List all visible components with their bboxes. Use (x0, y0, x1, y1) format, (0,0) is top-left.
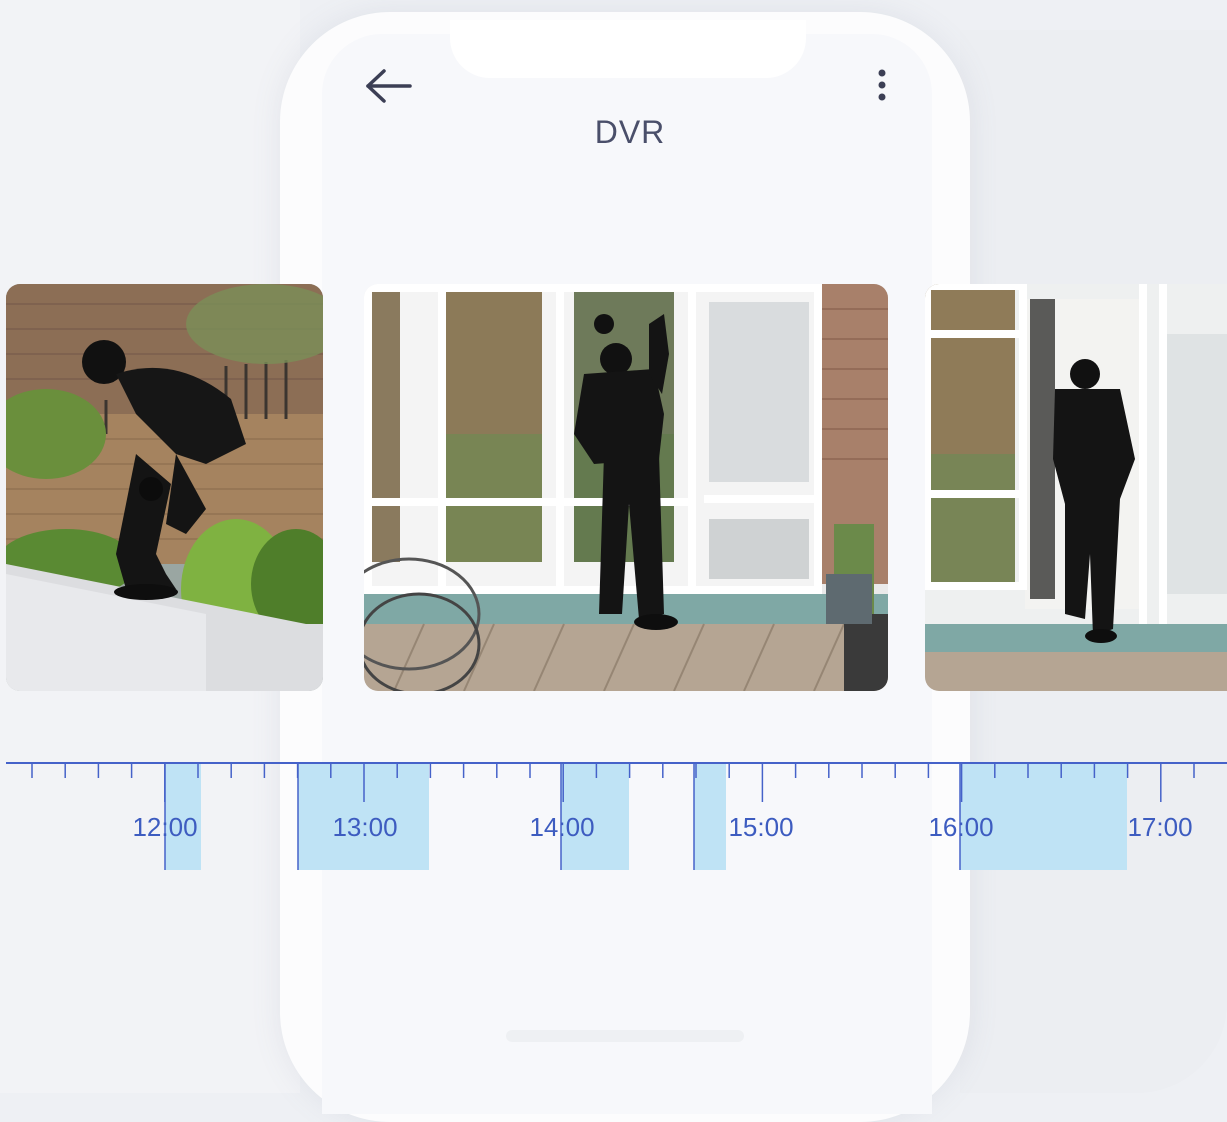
back-button[interactable] (362, 62, 416, 110)
door-break-in-image (364, 284, 888, 691)
time-label-12: 12:00 (132, 812, 198, 842)
time-label-13: 13:00 (332, 812, 398, 842)
video-thumbnail-wall[interactable] (6, 284, 323, 691)
phone-notch (450, 20, 806, 78)
more-options-button[interactable] (866, 64, 898, 108)
time-label-16: 16:00 (928, 812, 994, 842)
time-label-15: 15:00 (728, 812, 794, 842)
video-thumbnail-doorway[interactable] (925, 284, 1227, 691)
timeline-track[interactable] (0, 740, 1227, 880)
video-thumbnail-door[interactable] (364, 284, 888, 691)
doorway-image (925, 284, 1227, 691)
time-label-17: 17:00 (1127, 812, 1193, 842)
home-indicator (506, 1030, 744, 1042)
arrow-left-icon (366, 69, 412, 103)
time-label-14: 14:00 (529, 812, 595, 842)
page-title: DVR (594, 114, 666, 150)
more-vertical-icon (878, 69, 886, 101)
recording-segment (694, 763, 726, 870)
wall-climb-image (6, 284, 323, 691)
